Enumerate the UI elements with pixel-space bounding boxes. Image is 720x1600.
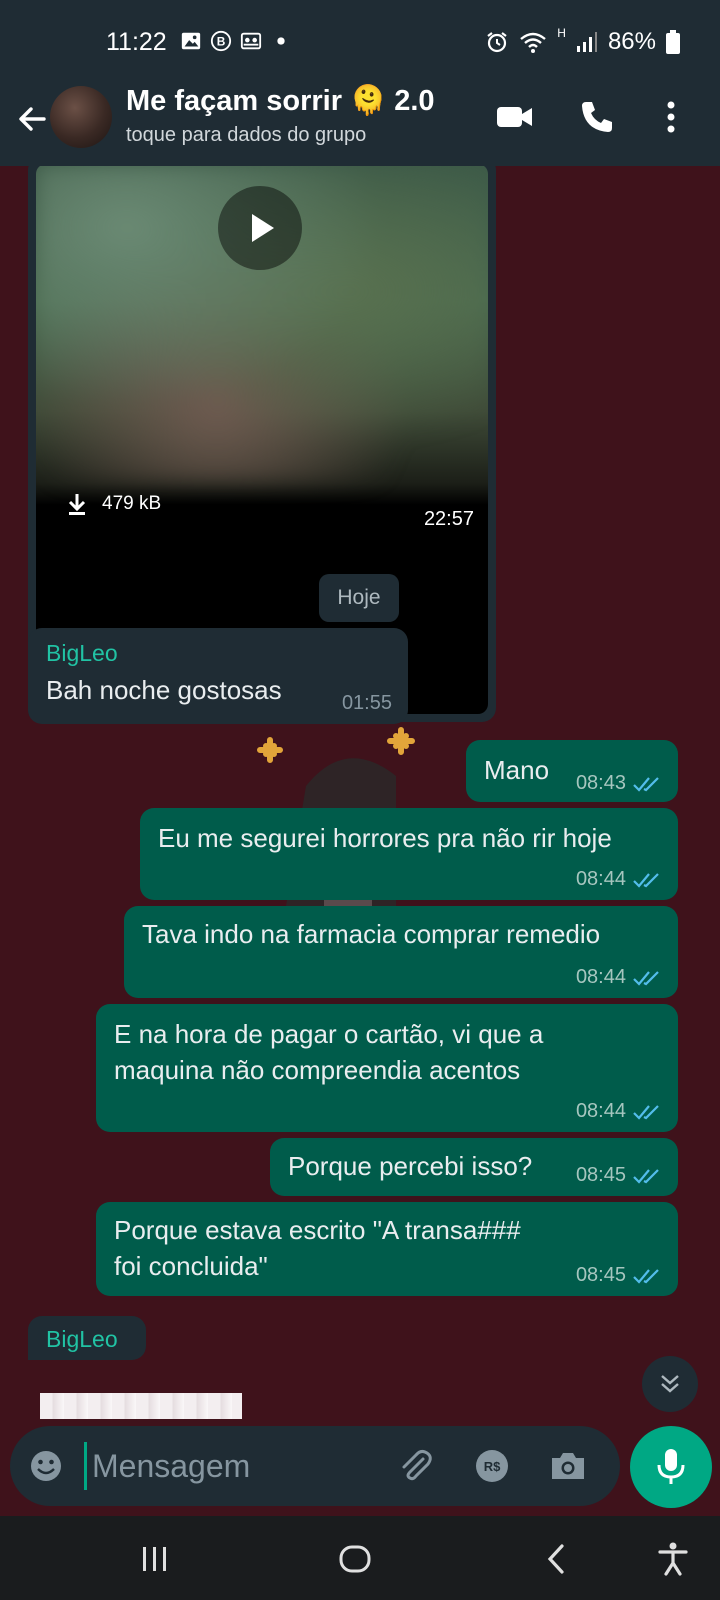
sender-name[interactable]: BigLeo bbox=[46, 1326, 118, 1353]
scroll-to-bottom-button[interactable] bbox=[642, 1356, 698, 1412]
signal-icon bbox=[576, 32, 597, 52]
message-text: Porque estava escrito "A transa### foi c… bbox=[114, 1215, 521, 1281]
message-time: 08:45 bbox=[575, 1264, 626, 1286]
message-time: 08:43 bbox=[575, 772, 626, 794]
recent-apps-button[interactable] bbox=[130, 1534, 180, 1584]
video-size: 479 kB bbox=[102, 493, 162, 514]
message-time: 08:44 bbox=[575, 1100, 626, 1122]
message-text: E na hora de pagar o cartão, vi que a ma… bbox=[114, 1019, 544, 1085]
message-time: 08:44 bbox=[575, 966, 626, 988]
more-vert-icon[interactable] bbox=[650, 96, 692, 138]
dot-icon bbox=[277, 37, 285, 45]
home-button[interactable] bbox=[330, 1534, 380, 1584]
message-time: 08:45 bbox=[575, 1164, 626, 1186]
status-time: 11:22 bbox=[106, 28, 167, 56]
double-chevron-down-icon bbox=[661, 1375, 679, 1393]
play-icon bbox=[252, 214, 274, 242]
video-download[interactable]: 479 kB bbox=[66, 492, 161, 516]
system-nav-bar bbox=[0, 1516, 720, 1600]
read-ticks-icon bbox=[633, 1168, 659, 1184]
wifi-icon bbox=[520, 32, 547, 53]
message-text: Eu me segurei horrores pra não rir hoje bbox=[158, 823, 612, 853]
back-arrow-icon[interactable] bbox=[14, 101, 50, 137]
group-avatar[interactable] bbox=[50, 86, 112, 148]
message-text: Porque percebi isso? bbox=[288, 1151, 533, 1181]
message-bubble-outgoing[interactable]: Tava indo na farmacia comprar remedio 08… bbox=[124, 906, 678, 998]
message-meta: 08:45 bbox=[576, 1164, 662, 1187]
message-bubble-outgoing[interactable]: Eu me segurei horrores pra não rir hoje … bbox=[140, 808, 678, 900]
camera-icon[interactable] bbox=[548, 1446, 588, 1486]
message-bubble-outgoing[interactable]: E na hora de pagar o cartão, vi que a ma… bbox=[96, 1004, 678, 1132]
accessibility-icon bbox=[658, 1542, 688, 1576]
chat-area[interactable]: 479 kB 22:57 Hoje BigLeo Bah noche gosto… bbox=[0, 166, 720, 1426]
message-composer: R$ bbox=[10, 1426, 620, 1506]
message-bubble-outgoing[interactable]: Mano 08:43 bbox=[466, 740, 678, 802]
date-chip: Hoje bbox=[319, 574, 399, 622]
svg-text:B: B bbox=[217, 35, 226, 49]
contacts-icon bbox=[240, 32, 262, 50]
battery-percent: 86% bbox=[607, 28, 656, 55]
message-meta: 08:45 bbox=[576, 1264, 662, 1287]
message-bubble-outgoing[interactable]: Porque estava escrito "A transa### foi c… bbox=[96, 1202, 678, 1296]
group-title[interactable]: Me façam sorrir 🫠 2.0 bbox=[126, 84, 435, 118]
read-ticks-icon bbox=[633, 1104, 659, 1120]
message-meta: 08:44 bbox=[576, 868, 662, 891]
network-type-label: H bbox=[557, 26, 566, 40]
download-icon bbox=[68, 494, 86, 515]
play-button[interactable] bbox=[218, 186, 302, 270]
phone-icon[interactable] bbox=[576, 96, 618, 138]
video-call-icon[interactable] bbox=[494, 96, 536, 138]
attach-icon[interactable] bbox=[396, 1446, 436, 1486]
home-icon bbox=[339, 1545, 371, 1573]
message-time: 01:55 bbox=[341, 692, 392, 714]
payment-icon[interactable]: R$ bbox=[472, 1446, 512, 1486]
back-icon bbox=[547, 1544, 564, 1574]
message-input[interactable] bbox=[92, 1440, 392, 1492]
mic-icon bbox=[657, 1449, 685, 1484]
group-subtitle[interactable]: toque para dados do grupo bbox=[126, 124, 366, 147]
message-bubble-incoming[interactable]: BigLeo bbox=[28, 1316, 146, 1360]
status-bar: 11:22 B H 86% bbox=[0, 0, 720, 84]
back-button[interactable] bbox=[532, 1534, 582, 1584]
message-text: Mano bbox=[484, 755, 550, 785]
text-cursor bbox=[84, 1442, 87, 1490]
sender-name[interactable]: BigLeo bbox=[46, 640, 118, 667]
message-meta: 08:44 bbox=[576, 1100, 662, 1123]
alarm-icon bbox=[487, 32, 507, 53]
redacted-content bbox=[40, 1393, 242, 1419]
read-ticks-icon bbox=[633, 776, 659, 792]
message-text: Tava indo na farmacia comprar remedio bbox=[142, 919, 601, 949]
read-ticks-icon bbox=[633, 872, 659, 888]
gallery-icon bbox=[181, 32, 201, 50]
read-ticks-icon bbox=[633, 970, 659, 986]
status-notification-icons: B bbox=[180, 30, 292, 52]
message-text: Bah noche gostosas bbox=[46, 675, 282, 705]
message-meta: 08:43 bbox=[576, 772, 662, 795]
chat-header: Me façam sorrir 🫠 2.0 toque para dados d… bbox=[0, 84, 720, 166]
emoji-icon[interactable] bbox=[28, 1448, 64, 1484]
battery-icon bbox=[666, 30, 680, 54]
accessibility-button[interactable] bbox=[648, 1534, 698, 1584]
status-system-icons: H 86% bbox=[485, 26, 680, 56]
video-time: 22:57 bbox=[423, 508, 474, 530]
mic-button[interactable] bbox=[630, 1426, 712, 1508]
read-ticks-icon bbox=[633, 1268, 659, 1284]
message-bubble-outgoing[interactable]: Porque percebi isso? 08:45 bbox=[270, 1138, 678, 1196]
message-bubble-incoming[interactable]: BigLeo Bah noche gostosas 01:55 bbox=[28, 628, 408, 724]
message-time: 08:44 bbox=[575, 868, 626, 890]
message-meta: 08:44 bbox=[576, 966, 662, 989]
svg-text:R$: R$ bbox=[484, 1459, 501, 1474]
b-icon: B bbox=[210, 30, 232, 52]
recent-apps-icon bbox=[143, 1547, 166, 1571]
